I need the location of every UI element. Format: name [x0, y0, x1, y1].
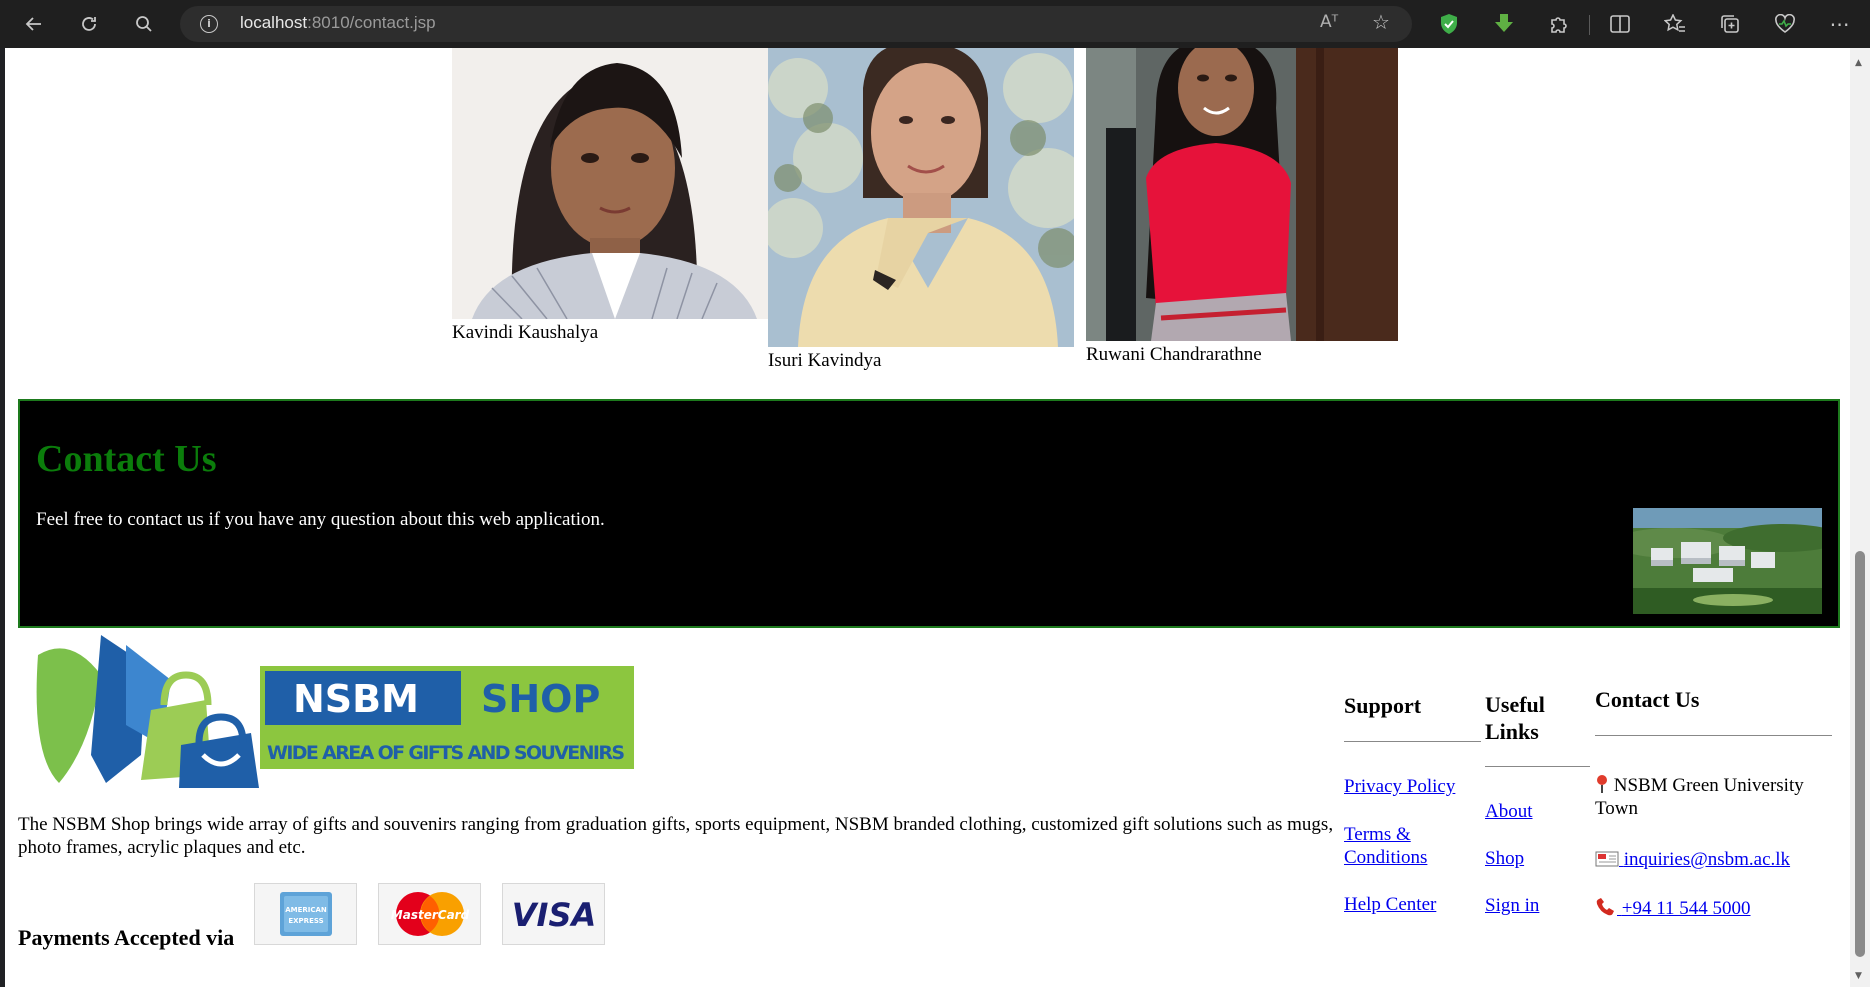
search-icon[interactable] [128, 8, 160, 40]
shield-extension-icon[interactable] [1435, 10, 1463, 38]
email-link[interactable]: inquiries@nsbm.ac.lk [1595, 848, 1790, 871]
favorites-icon[interactable] [1661, 10, 1689, 38]
scroll-up-arrow-icon[interactable]: ▲ [1855, 58, 1862, 68]
download-extension-icon[interactable] [1490, 10, 1518, 38]
browser-essentials-icon[interactable] [1771, 10, 1799, 38]
amex-card-icon: AMERICAN EXPRESS [254, 883, 357, 945]
browser-toolbar: i localhost:8010/contact.jsp Aᵀ ☆ ⋯ [0, 0, 1870, 48]
contact-us-heading: Contact Us [36, 438, 217, 480]
favorite-star-icon[interactable]: ☆ [1372, 10, 1390, 34]
scroll-down-arrow-icon[interactable]: ▼ [1855, 971, 1862, 981]
member-name: Kavindi Kaushalya [452, 322, 599, 343]
sign-in-link[interactable]: Sign in [1485, 894, 1539, 917]
shop-description: The NSBM Shop brings wide array of gifts… [18, 814, 1334, 858]
contact-us-section: Contact Us Feel free to contact us if yo… [18, 399, 1840, 628]
terms-conditions-link[interactable]: Terms & Conditions [1344, 823, 1454, 869]
phone-text[interactable]: +94 11 544 5000 [1622, 898, 1751, 919]
mastercard-icon: MasterCard [378, 883, 481, 945]
contact-us-description: Feel free to contact us if you have any … [36, 509, 605, 530]
support-heading: Support [1344, 693, 1422, 718]
payments-heading: Payments Accepted via [18, 925, 235, 950]
scrollbar-thumb[interactable] [1855, 551, 1865, 957]
svg-text:VISA: VISA [512, 896, 596, 934]
useful-links-divider [1485, 766, 1590, 767]
nsbm-shop-logo: NSBM SHOP WIDE AREA OF GIFTS AND SOUVENI… [31, 635, 641, 790]
visa-card-icon: VISA [502, 883, 605, 945]
more-options-icon[interactable]: ⋯ [1826, 10, 1854, 38]
member-name: Ruwani Chandrarathne [1086, 344, 1262, 365]
team-photo-ruwani [1086, 48, 1398, 341]
member-name: Isuri Kavindya [768, 350, 882, 371]
location-pin-icon [1595, 774, 1609, 794]
collections-icon[interactable] [1716, 10, 1744, 38]
phone-icon [1595, 897, 1617, 917]
logo-tagline: WIDE AREA OF GIFTS AND SOUVENIRS [267, 742, 625, 764]
back-icon[interactable] [18, 8, 50, 40]
refresh-icon[interactable] [73, 8, 105, 40]
svg-text:AMERICAN: AMERICAN [285, 906, 327, 914]
page-scrollbar[interactable]: ▲ ▼ [1850, 48, 1870, 987]
toolbar-divider [1589, 15, 1590, 35]
url-text[interactable]: localhost:8010/contact.jsp [240, 13, 436, 33]
useful-links-heading: Useful Links [1485, 692, 1545, 744]
about-link[interactable]: About [1485, 800, 1533, 823]
extensions-puzzle-icon[interactable] [1545, 10, 1573, 38]
privacy-policy-link[interactable]: Privacy Policy [1344, 775, 1455, 798]
svg-text:MasterCard: MasterCard [390, 908, 469, 922]
help-center-link[interactable]: Help Center [1344, 893, 1436, 916]
email-text[interactable]: inquiries@nsbm.ac.lk [1624, 849, 1790, 870]
phone-link[interactable]: +94 11 544 5000 [1595, 897, 1751, 920]
campus-aerial-image [1633, 508, 1822, 614]
email-envelope-icon [1595, 850, 1619, 867]
svg-text:EXPRESS: EXPRESS [288, 917, 323, 925]
footer-contact-heading: Contact Us [1595, 687, 1700, 712]
page-viewport: Kavindi Kaushalya Isuri Kavindya Ruwani … [5, 48, 1850, 987]
address-bar[interactable]: i localhost:8010/contact.jsp Aᵀ ☆ [180, 6, 1412, 42]
read-aloud-icon[interactable]: Aᵀ [1320, 12, 1338, 32]
logo-brand-text: NSBM [293, 677, 419, 721]
footer-contact-divider [1595, 735, 1832, 736]
team-photo-kavindi [452, 48, 770, 319]
split-screen-icon[interactable] [1606, 10, 1634, 38]
shop-link[interactable]: Shop [1485, 847, 1524, 870]
logo-shop-text: SHOP [481, 677, 600, 721]
support-divider [1344, 741, 1481, 742]
team-photo-isuri [768, 48, 1082, 347]
address-text: NSBM Green University Town [1595, 774, 1804, 819]
site-info-icon[interactable]: i [200, 15, 218, 33]
